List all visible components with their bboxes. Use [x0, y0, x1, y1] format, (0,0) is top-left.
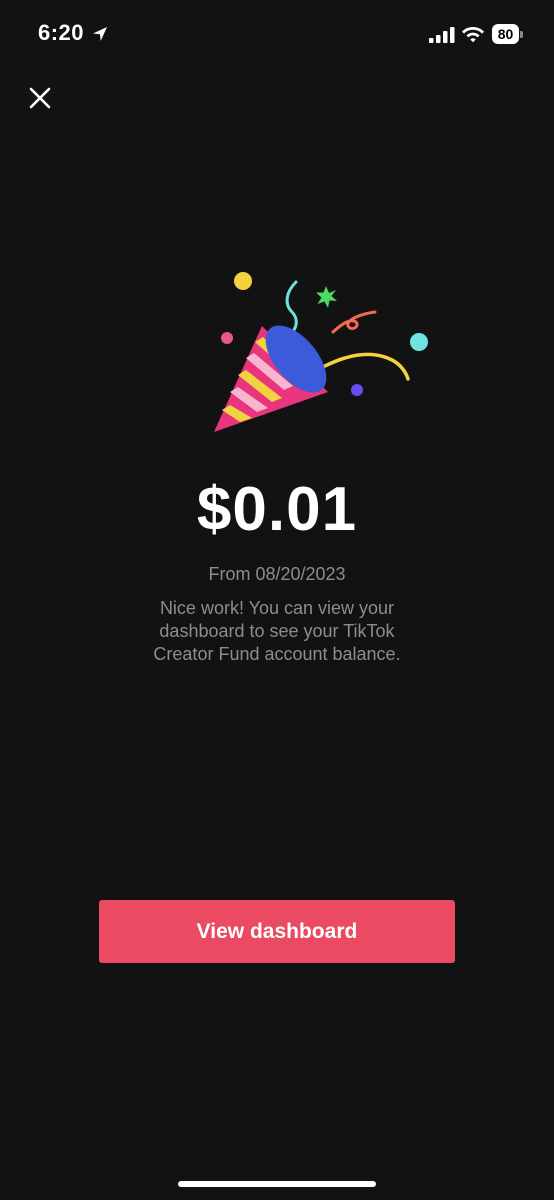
- confetti-dot-yellow: [234, 272, 252, 290]
- battery-level: 80: [492, 24, 519, 44]
- from-date: From 08/20/2023: [208, 564, 346, 584]
- confetti-streamer-orange: [331, 310, 377, 334]
- view-dashboard-button[interactable]: View dashboard: [99, 900, 455, 963]
- close-icon: [29, 87, 51, 109]
- home-indicator[interactable]: [178, 1181, 376, 1187]
- battery-cap: [520, 31, 523, 38]
- wifi-icon: [462, 27, 484, 43]
- confetti-dot-pink: [221, 332, 233, 344]
- confetti-dot-purple: [351, 384, 363, 396]
- cellular-signal-icon: [429, 27, 455, 43]
- earnings-amount: $0.01: [196, 475, 358, 544]
- confetti-star-green: [316, 286, 337, 308]
- party-popper-icon: [214, 272, 428, 432]
- confetti-streamer-cyan: [285, 280, 298, 336]
- close-button[interactable]: [22, 80, 58, 116]
- battery-icon: 80: [492, 24, 523, 44]
- confetti-dot-cyan: [410, 333, 428, 351]
- location-arrow-icon: [93, 27, 107, 41]
- status-time: 6:20: [38, 20, 85, 45]
- description-text: Nice work! You can view your dashboard t…: [153, 598, 401, 664]
- status-bar: 6:20 80: [0, 0, 554, 70]
